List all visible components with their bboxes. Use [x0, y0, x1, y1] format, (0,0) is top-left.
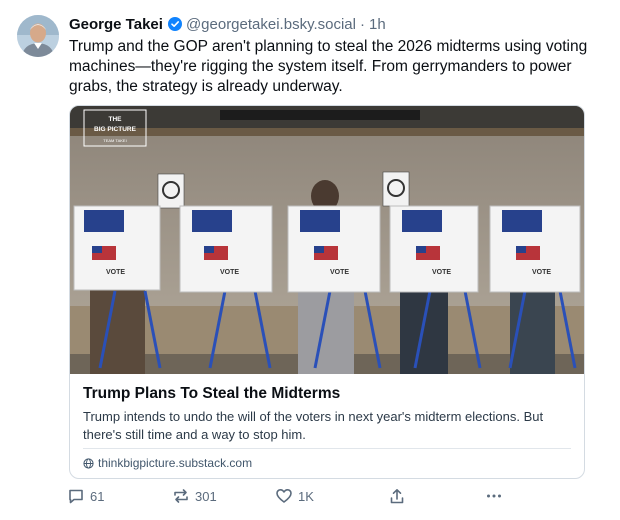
avatar-image: [17, 15, 59, 57]
more-options-icon: [487, 494, 501, 498]
voting-booth: VOTE: [489, 205, 581, 293]
post: George Takei @georgetakei.bsky.social · …: [0, 0, 620, 520]
voting-booth: VOTE: [179, 205, 273, 293]
card-link-text: thinkbigpicture.substack.com: [98, 456, 253, 470]
post-header: George Takei @georgetakei.bsky.social · …: [69, 14, 386, 34]
verified-badge-icon: [167, 17, 182, 31]
booth-vote-label: VOTE: [220, 269, 239, 276]
booth-vote-label: VOTE: [106, 269, 125, 276]
voting-booth: VOTE: [287, 205, 381, 293]
globe-icon: [83, 457, 94, 469]
no-phone-sign-icon: [382, 171, 410, 207]
link-card[interactable]: VOTE VOTE VOTE VOTE VOTE THE BIG PICTURE…: [69, 105, 585, 479]
post-text: Trump and the GOP aren't planning to ste…: [69, 38, 588, 95]
card-image: VOTE VOTE VOTE VOTE VOTE THE BIG PICTURE…: [70, 106, 584, 374]
more-options-button[interactable]: [485, 486, 508, 506]
post-actions: 61 301 1K: [67, 486, 517, 506]
badge-line-3: TEAM TAKEI: [103, 138, 126, 143]
card-description: Trump intends to undo the will of the vo…: [83, 409, 544, 442]
badge-line-2: BIG PICTURE: [94, 126, 137, 133]
reply-icon: [69, 489, 83, 504]
badge-line-1: THE: [109, 116, 123, 123]
voting-booth: VOTE: [73, 205, 161, 291]
reply-button[interactable]: 61: [67, 486, 104, 506]
no-phone-sign-icon: [157, 173, 185, 209]
voting-booth: VOTE: [389, 205, 479, 293]
author-handle[interactable]: @georgetakei.bsky.social: [186, 16, 356, 33]
repost-count: 301: [195, 488, 217, 504]
header-separator: ·: [359, 15, 365, 33]
author-name[interactable]: George Takei: [69, 16, 163, 33]
post-timestamp[interactable]: 1h: [369, 16, 386, 33]
booth-vote-label: VOTE: [432, 269, 451, 276]
share-button[interactable]: [389, 486, 410, 506]
repost-icon: [174, 489, 188, 503]
heart-icon: [276, 489, 292, 503]
card-divider: [83, 448, 571, 449]
like-count: 1K: [298, 488, 314, 504]
booth-vote-label: VOTE: [330, 269, 349, 276]
booth-vote-label: VOTE: [532, 269, 551, 276]
card-title: Trump Plans To Steal the Midterms: [83, 385, 341, 402]
reply-count: 61: [90, 488, 105, 504]
like-button[interactable]: 1K: [275, 486, 314, 506]
share-icon: [390, 489, 404, 504]
avatar[interactable]: [17, 15, 59, 57]
repost-button[interactable]: 301: [172, 486, 217, 506]
card-link[interactable]: thinkbigpicture.substack.com: [83, 455, 252, 471]
